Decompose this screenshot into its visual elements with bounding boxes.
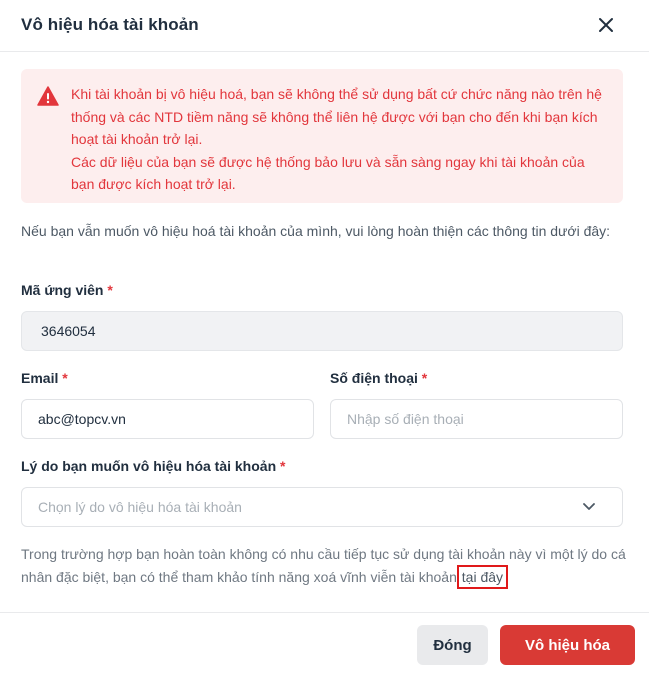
permanent-delete-link[interactable]: tại đây xyxy=(456,565,509,589)
reason-selected-value: Chọn lý do vô hiệu hóa tài khoản xyxy=(38,499,242,515)
required-mark: * xyxy=(280,458,286,474)
intro-text: Nếu bạn vẫn muốn vô hiệu hoá tài khoản c… xyxy=(21,223,611,239)
dialog-title: Vô hiệu hóa tài khoản xyxy=(21,15,199,34)
candidate-id-label: Mã ứng viên * xyxy=(21,282,113,298)
dialog-footer: Đóng Vô hiệu hóa xyxy=(0,612,649,674)
reason-label-text: Lý do bạn muốn vô hiệu hóa tài khoản xyxy=(21,458,277,474)
permanent-delete-note-text: Trong trường hợp bạn hoàn toàn không có … xyxy=(21,546,626,585)
required-mark: * xyxy=(421,370,428,386)
warning-alert-line-1: Khi tài khoản bị vô hiệu hoá, bạn sẽ khô… xyxy=(71,86,602,147)
dialog-header: Vô hiệu hóa tài khoản xyxy=(0,0,649,52)
close-dialog-button[interactable]: Đóng xyxy=(417,625,488,665)
deactivate-button[interactable]: Vô hiệu hóa xyxy=(500,625,635,665)
phone-field[interactable]: Nhập số điện thoại xyxy=(330,399,623,439)
close-button[interactable] xyxy=(595,14,617,36)
deactivate-account-dialog: Vô hiệu hóa tài khoản Khi tài khoản bị v… xyxy=(0,0,649,674)
permanent-delete-note: Trong trường hợp bạn hoàn toàn không có … xyxy=(21,543,629,589)
phone-label: Số điện thoại * xyxy=(330,370,427,386)
candidate-id-label-text: Mã ứng viên xyxy=(21,282,104,298)
required-mark: * xyxy=(107,282,113,298)
reason-label: Lý do bạn muốn vô hiệu hóa tài khoản * xyxy=(21,458,285,474)
warning-triangle-icon xyxy=(37,86,59,106)
reason-select[interactable]: Chọn lý do vô hiệu hóa tài khoản xyxy=(21,487,623,527)
required-mark: * xyxy=(62,370,68,386)
candidate-id-field: 3646054 xyxy=(21,311,623,351)
phone-label-text: Số điện thoại xyxy=(330,370,418,386)
email-label: Email * xyxy=(21,370,68,386)
email-value: abc@topcv.vn xyxy=(38,411,126,427)
candidate-id-value: 3646054 xyxy=(41,323,96,339)
warning-alert-text: Khi tài khoản bị vô hiệu hoá, bạn sẽ khô… xyxy=(71,83,611,196)
phone-placeholder: Nhập số điện thoại xyxy=(347,411,464,427)
chevron-down-icon xyxy=(583,503,595,510)
warning-alert: Khi tài khoản bị vô hiệu hoá, bạn sẽ khô… xyxy=(21,69,623,203)
email-field[interactable]: abc@topcv.vn xyxy=(21,399,314,439)
warning-alert-line-2: Các dữ liệu của bạn sẽ được hệ thống bảo… xyxy=(71,153,585,193)
email-label-text: Email xyxy=(21,370,59,386)
close-icon xyxy=(599,18,613,32)
